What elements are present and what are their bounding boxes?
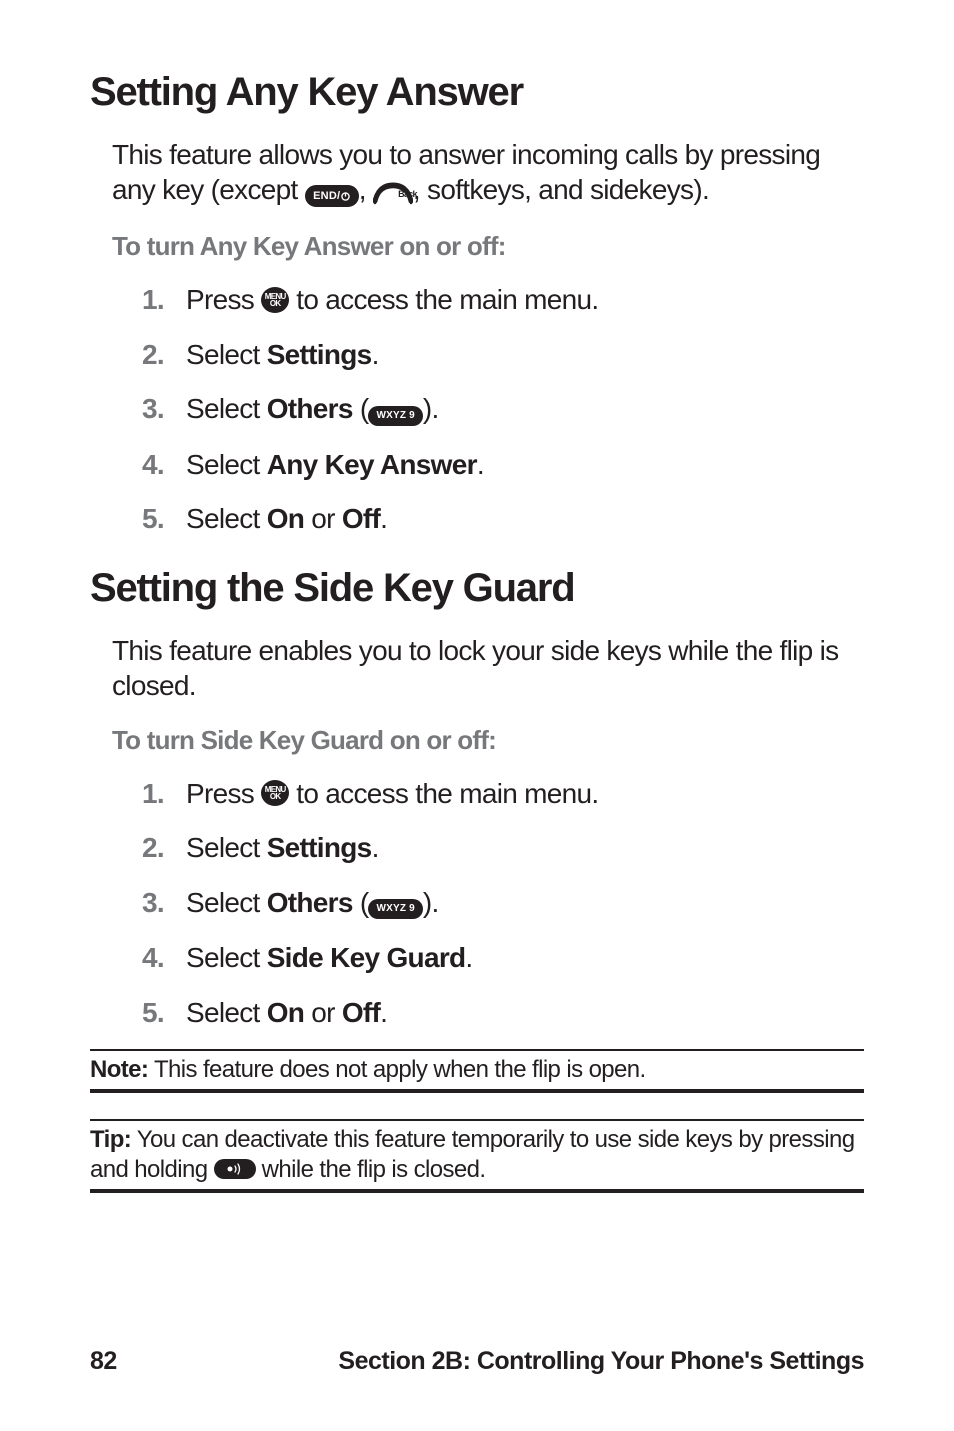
menu-ok-key-icon: MENU OK [261, 287, 289, 313]
steps-side-key-guard: 1. Press MENU OK to access the main menu… [142, 776, 864, 1031]
note-callout: Note: This feature does not apply when t… [90, 1049, 864, 1093]
step-text: ( [353, 393, 369, 424]
steps-any-key-answer: 1. Press MENU OK to access the main menu… [142, 282, 864, 537]
step-item: 5. Select On or Off. [142, 995, 864, 1031]
step-item: 2. Select Settings. [142, 830, 864, 866]
speaker-key-icon [214, 1159, 256, 1179]
step-item: 1. Press MENU OK to access the main menu… [142, 776, 864, 812]
step-text: Select [186, 503, 267, 534]
step-number: 1. [142, 776, 186, 812]
page-number: 82 [90, 1347, 117, 1376]
step-item: 5. Select On or Off. [142, 501, 864, 537]
step-item: 1. Press MENU OK to access the main menu… [142, 282, 864, 318]
wxyz9-key-label: WXYZ 9 [368, 899, 422, 919]
wxyz9-key-icon: WXYZ 9 [368, 884, 422, 920]
step-text: or [304, 997, 342, 1028]
step-text: Select [186, 449, 267, 480]
step-number: 3. [142, 391, 186, 427]
step-bold: Off [342, 997, 380, 1028]
section-label: Section 2B: Controlling Your Phone's Set… [338, 1347, 864, 1376]
step-text: Select [186, 393, 267, 424]
step-text: Select [186, 887, 267, 918]
heading-side-key-guard: Setting the Side Key Guard [90, 566, 864, 611]
intro-text-mid2: , softkeys, and sidekeys). [413, 174, 709, 205]
step-text: Select [186, 832, 267, 863]
intro-any-key-answer: This feature allows you to answer incomi… [112, 137, 864, 209]
step-bold: Side Key Guard [267, 942, 466, 973]
tip-text-post: while the flip is closed. [256, 1156, 486, 1183]
back-key-label: Back [398, 189, 417, 200]
step-bold: On [267, 503, 304, 534]
step-bold: On [267, 997, 304, 1028]
step-text: . [465, 942, 472, 973]
menu-ok-key-icon: MENU OK [261, 780, 289, 806]
step-item: 3. Select Others (WXYZ 9). [142, 391, 864, 429]
step-text: . [477, 449, 484, 480]
step-text: Press [186, 778, 261, 809]
step-text: . [380, 997, 387, 1028]
note-text: This feature does not apply when the fli… [148, 1056, 645, 1083]
step-text: to access the main menu. [296, 778, 598, 809]
step-text: . [380, 503, 387, 534]
end-key-icon: END/ [305, 172, 359, 208]
step-number: 2. [142, 337, 186, 373]
step-bold: Settings [267, 832, 372, 863]
step-text: Press [186, 284, 261, 315]
step-item: 4. Select Side Key Guard. [142, 940, 864, 976]
heading-any-key-answer: Setting Any Key Answer [90, 70, 864, 115]
subhead-any-key-answer: To turn Any Key Answer on or off: [112, 231, 864, 262]
tip-callout: Tip: You can deactivate this feature tem… [90, 1119, 864, 1193]
step-bold: Others [267, 887, 353, 918]
step-bold: Others [267, 393, 353, 424]
menu-label-bot: OK [270, 300, 281, 307]
step-text: to access the main menu. [296, 284, 598, 315]
step-text: . [372, 339, 379, 370]
step-bold: Settings [267, 339, 372, 370]
step-number: 5. [142, 995, 186, 1031]
step-item: 2. Select Settings. [142, 337, 864, 373]
step-number: 4. [142, 940, 186, 976]
step-text: Select [186, 942, 267, 973]
step-number: 4. [142, 447, 186, 483]
menu-label-bot: OK [270, 793, 281, 800]
step-number: 5. [142, 501, 186, 537]
step-text: ). [423, 887, 439, 918]
step-text: or [304, 503, 342, 534]
step-bold: Any Key Answer [267, 449, 477, 480]
step-bold: Off [342, 503, 380, 534]
step-text: ( [353, 887, 369, 918]
tip-label: Tip: [90, 1126, 131, 1153]
wxyz9-key-label: WXYZ 9 [368, 406, 422, 426]
step-text: ). [423, 393, 439, 424]
step-number: 3. [142, 885, 186, 921]
note-label: Note: [90, 1056, 148, 1083]
step-item: 3. Select Others (WXYZ 9). [142, 885, 864, 923]
subhead-side-key-guard: To turn Side Key Guard on or off: [112, 725, 864, 756]
step-number: 2. [142, 830, 186, 866]
back-key-icon: Back [373, 178, 413, 202]
step-text: . [372, 832, 379, 863]
wxyz9-key-icon: WXYZ 9 [368, 391, 422, 427]
step-item: 4. Select Any Key Answer. [142, 447, 864, 483]
intro-text-mid1: , [359, 174, 373, 205]
page-footer: 82 Section 2B: Controlling Your Phone's … [90, 1347, 864, 1376]
intro-side-key-guard: This feature enables you to lock your si… [112, 633, 864, 703]
step-number: 1. [142, 282, 186, 318]
step-text: Select [186, 997, 267, 1028]
end-key-label: END/ [313, 191, 340, 202]
step-text: Select [186, 339, 267, 370]
